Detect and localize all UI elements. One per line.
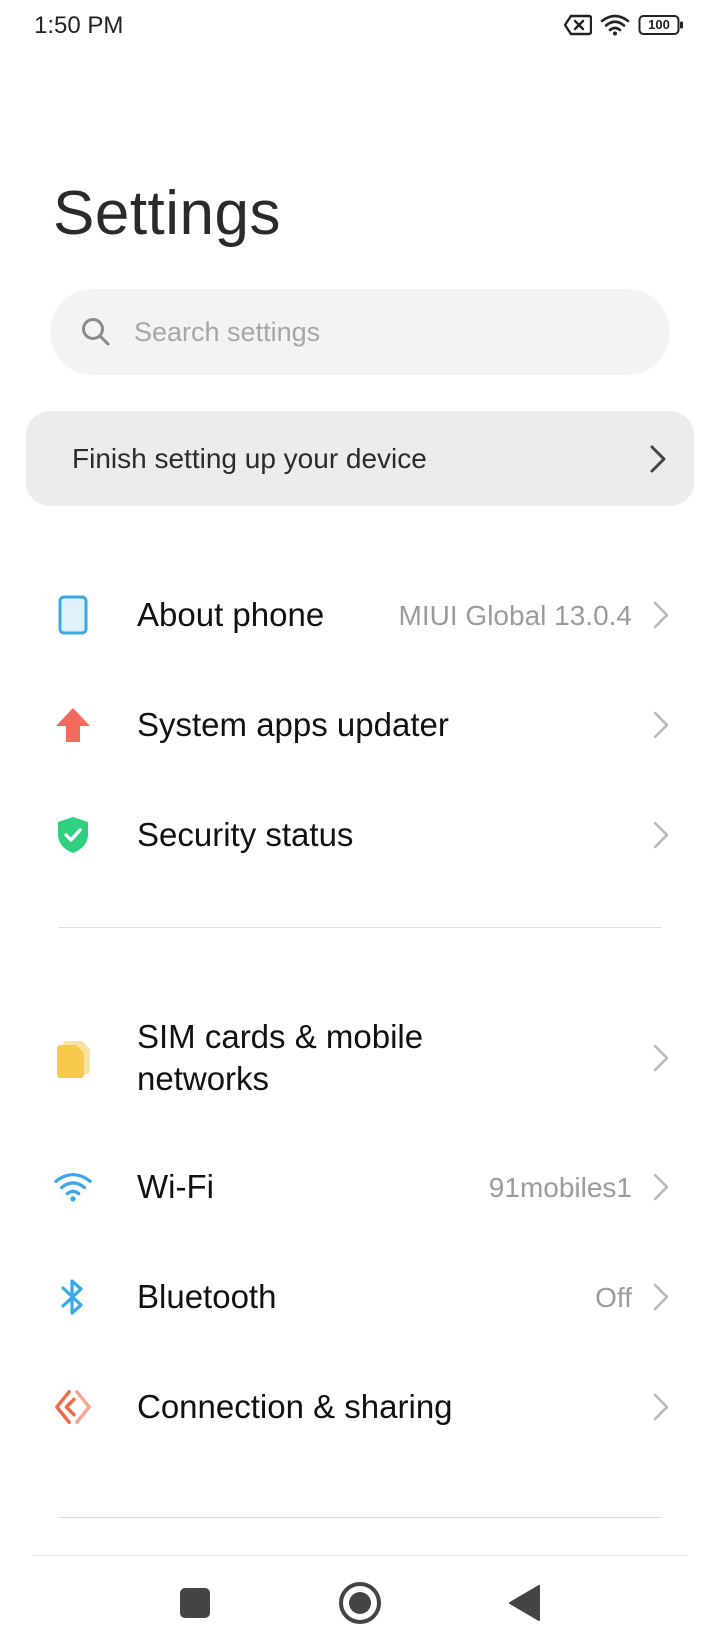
settings-item-connection-sharing[interactable]: Connection & sharing — [0, 1372, 720, 1442]
sim-card-icon — [53, 1038, 93, 1078]
recents-icon — [180, 1588, 210, 1618]
chevron-right-icon — [653, 1393, 669, 1421]
chevron-right-icon — [653, 711, 669, 739]
wifi-icon — [600, 14, 630, 36]
section-divider — [58, 1517, 662, 1518]
section-divider — [58, 927, 662, 928]
status-icons: 100 — [564, 14, 684, 36]
shield-check-icon — [53, 815, 93, 855]
bluetooth-icon — [53, 1277, 93, 1317]
search-icon — [82, 318, 110, 346]
home-button[interactable] — [332, 1575, 388, 1631]
recents-button[interactable] — [167, 1575, 223, 1631]
finish-setup-label: Finish setting up your device — [72, 442, 427, 474]
arrow-up-icon — [53, 705, 93, 745]
battery-level: 100 — [648, 17, 670, 32]
settings-item-value: 91mobiles1 — [488, 1172, 632, 1203]
status-time: 1:50 PM — [34, 12, 124, 39]
chevron-right-icon — [653, 821, 669, 849]
home-icon — [339, 1582, 381, 1624]
wifi-icon — [53, 1167, 93, 1207]
battery-icon: 100 — [638, 14, 684, 36]
chevron-right-icon — [653, 601, 669, 629]
settings-item-label: Bluetooth — [137, 1278, 277, 1315]
settings-item-system-apps-updater[interactable]: System apps updater — [0, 690, 720, 760]
settings-item-sim-cards[interactable]: SIM cards & mobile networks — [0, 1010, 720, 1106]
chevron-right-icon — [653, 1044, 669, 1072]
settings-item-label: SIM cards & mobile networks — [137, 1018, 424, 1097]
settings-item-about-phone[interactable]: About phone MIUI Global 13.0.4 — [0, 580, 720, 650]
back-icon — [509, 1585, 540, 1621]
settings-item-label: Connection & sharing — [137, 1388, 453, 1425]
nav-divider — [32, 1555, 688, 1556]
settings-item-label: Wi-Fi — [137, 1168, 214, 1205]
connection-sharing-icon — [53, 1387, 93, 1427]
settings-item-wifi[interactable]: Wi-Fi 91mobiles1 — [0, 1152, 720, 1222]
settings-item-label: Security status — [137, 816, 354, 853]
finish-setup-banner[interactable]: Finish setting up your device — [26, 411, 694, 506]
navigation-bar — [0, 1555, 720, 1650]
settings-item-security-status[interactable]: Security status — [0, 800, 720, 870]
chevron-right-icon — [653, 1283, 669, 1311]
settings-item-value: Off — [595, 1282, 632, 1313]
settings-item-value: MIUI Global 13.0.4 — [398, 600, 632, 631]
search-bar[interactable] — [50, 289, 670, 375]
settings-item-bluetooth[interactable]: Bluetooth Off — [0, 1262, 720, 1332]
phone-icon — [53, 595, 93, 635]
search-input[interactable] — [132, 315, 616, 349]
page-title: Settings — [53, 179, 282, 248]
settings-item-label: System apps updater — [137, 706, 449, 743]
chevron-right-icon — [650, 445, 666, 472]
status-bar: 1:50 PM 100 — [0, 0, 720, 60]
back-button[interactable] — [496, 1575, 552, 1631]
chevron-right-icon — [653, 1173, 669, 1201]
no-sim-icon — [564, 14, 592, 36]
